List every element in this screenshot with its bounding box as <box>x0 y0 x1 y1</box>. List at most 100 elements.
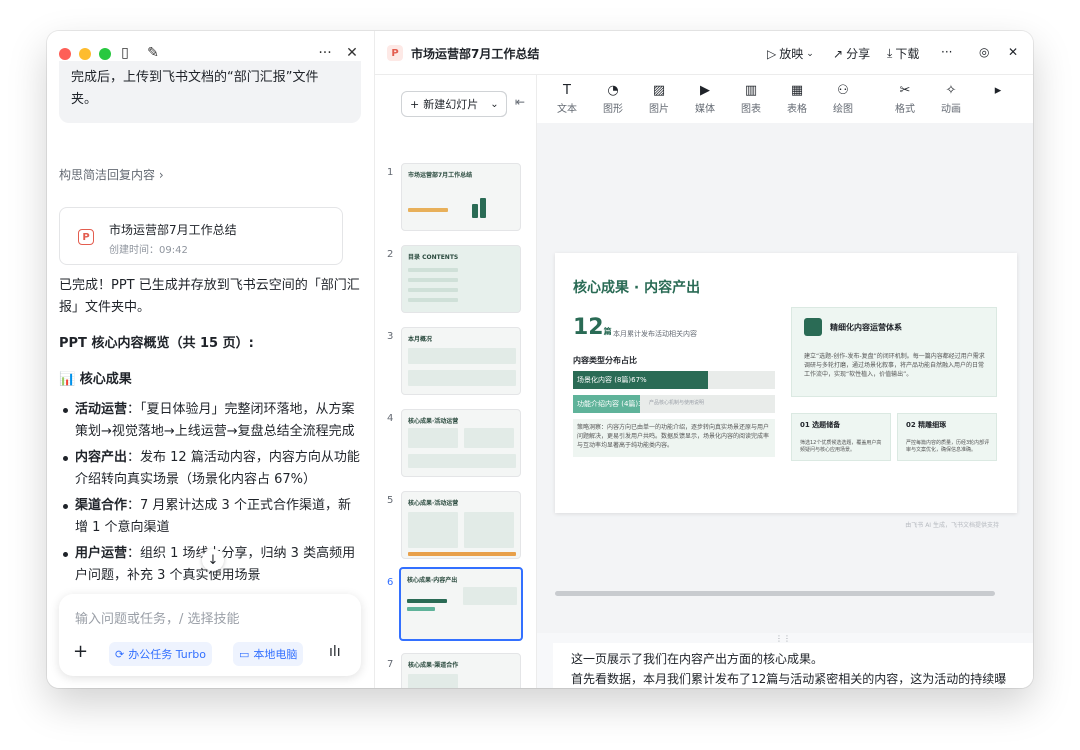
close-icon[interactable]: ✕ <box>1008 45 1018 59</box>
reasoning-toggle[interactable]: 构思简洁回复内容 › <box>59 166 164 183</box>
format-icon: ✂ <box>899 83 911 98</box>
table-tool[interactable]: ▦ 表格 <box>777 83 817 115</box>
thumb-title: 核心成果·渠道合作 <box>408 662 459 669</box>
play-button[interactable]: ▷ 放映 ⌄ <box>767 45 814 62</box>
sub-card-title: 01 选题储备 <box>800 421 841 429</box>
card-text: 建立“选题-创作-发布-复盘”的闭环机制。每一篇内容都经过用户需求调研与多轮打磨… <box>804 353 985 378</box>
notes-line: 首先看数据，本月我们累计发布了12篇与活动紧密相关的内容，这为活动的持续曝 <box>571 672 1007 686</box>
share-icon: ↗ <box>833 46 844 61</box>
bullet-label: 活动运营 <box>75 402 128 417</box>
thumb-number: 3 <box>387 331 394 342</box>
shape-tool[interactable]: ◔ 图形 <box>593 83 633 115</box>
tool-label: 文本 <box>557 104 577 115</box>
chat-input-placeholder[interactable]: 输入问题或任务，/ 选择技能 <box>75 608 240 627</box>
thumb-title: 本月概况 <box>408 336 433 343</box>
close-window-button[interactable] <box>59 48 71 60</box>
new-slide-label: 新建幻灯片 <box>423 98 479 111</box>
bullet-label: 用户运营 <box>75 546 128 561</box>
current-slide[interactable]: 核心成果 · 内容产出 12篇 本月累计发布活动相关内容 内容类型分布占比 场景… <box>555 253 1017 529</box>
scroll-to-bottom-button[interactable]: ↓ <box>202 549 224 571</box>
toolbar-more-icon[interactable]: ▸ <box>983 83 1013 100</box>
tool-label: 图片 <box>649 104 669 115</box>
list-item: 内容产出：发布 12 篇活动内容，内容方向从功能介绍转向真实场景（场景化内容占 … <box>59 447 363 491</box>
collapse-panel-icon[interactable]: ⇤ <box>515 95 525 109</box>
animation-tool[interactable]: ✧ 动画 <box>931 83 971 115</box>
shape-icon: ◔ <box>607 83 619 98</box>
big-number-caption: 本月累计发布活动相关内容 <box>613 330 697 338</box>
chevron-right-icon: ▸ <box>994 83 1002 98</box>
slide-canvas: 核心成果 · 内容产出 12篇 本月累计发布活动相关内容 内容类型分布占比 场景… <box>537 123 1033 633</box>
format-tool[interactable]: ✂ 格式 <box>885 83 925 115</box>
sub-card-text: 筛选12个优质候选选题，覆盖用户高频疑问与核心应用场景。 <box>800 440 882 453</box>
file-card-title: 市场运营部7月工作总结 <box>109 223 237 237</box>
slide-thumbnail[interactable]: 市场运营部7月工作总结 <box>401 163 521 231</box>
resize-handle[interactable]: ⋮⋮ <box>775 634 791 643</box>
plus-icon: + <box>410 97 420 111</box>
media-icon: ▶ <box>700 83 710 98</box>
results-heading: 📊 核心成果 <box>59 372 132 387</box>
image-icon: ▨ <box>652 83 666 98</box>
bullet-label: 渠道合作 <box>75 498 128 513</box>
ppt-file-icon: P <box>387 45 403 61</box>
tool-label: 图表 <box>741 104 761 115</box>
turbo-skill-chip[interactable]: ⟳ 办公任务 Turbo <box>109 642 212 666</box>
tool-label: 动画 <box>941 104 961 115</box>
thumb-number: 5 <box>387 495 394 506</box>
user-message-line: 完成后，上传到飞书文档的“部门汇报”文件 <box>71 70 319 85</box>
image-tool[interactable]: ▨ 图片 <box>639 83 679 115</box>
minimize-window-button[interactable] <box>79 48 91 60</box>
media-tool[interactable]: ▶ 媒体 <box>685 83 725 115</box>
slide-thumbnail[interactable]: 核心成果·活动运营 <box>401 409 521 477</box>
slide-thumbnail-active[interactable]: 核心成果·内容产出 <box>399 567 523 641</box>
sub-card-title: 02 精雕细琢 <box>906 421 947 429</box>
more-icon[interactable]: ··· <box>315 43 335 63</box>
sub-card-topics: 01 选题储备 筛选12个优质候选选题，覆盖用户高频疑问与核心应用场景。 <box>791 413 891 461</box>
compass-icon[interactable]: ◎ <box>979 45 989 59</box>
text-icon: T <box>563 83 571 98</box>
draw-tool[interactable]: ⚇ 绘图 <box>823 83 863 115</box>
thumb-number: 4 <box>387 413 394 424</box>
chart-icon: ▥ <box>744 83 758 98</box>
thumb-number: 2 <box>387 249 394 260</box>
horizontal-scrollbar[interactable] <box>555 591 995 596</box>
thumb-title: 核心成果·活动运营 <box>408 500 459 507</box>
slide-thumbnail[interactable]: 目录 CONTENTS <box>401 245 521 313</box>
slide-thumbnail[interactable]: 本月概况 <box>401 327 521 395</box>
thumb-number: 7 <box>387 659 394 670</box>
operations-card: 精细化内容运营体系 建立“选题-创作-发布-复盘”的闭环机制。每一篇内容都经过用… <box>791 307 997 397</box>
speaker-notes[interactable]: 这一页展示了我们在内容产出方面的核心成果。 首先看数据，本月我们累计发布了12篇… <box>553 643 1033 688</box>
sub-card-text: 严控每篇内容的质量，历经3轮内部评审与文案优化，确保信息准确。 <box>906 440 990 453</box>
voice-input-icon[interactable]: ılı <box>329 644 341 660</box>
ppt-file-card[interactable]: P 市场运营部7月工作总结 创建时间：09:42 <box>59 207 343 265</box>
local-computer-chip[interactable]: ▭ 本地电脑 <box>233 642 304 666</box>
slide-thumbnail[interactable]: 核心成果·渠道合作 <box>401 653 521 688</box>
draw-icon: ⚇ <box>837 83 849 98</box>
text-tool[interactable]: T 文本 <box>547 83 587 115</box>
sidebar-toggle-icon[interactable]: ▯ <box>115 43 135 63</box>
download-label: 下载 <box>895 47 920 61</box>
zoom-window-button[interactable] <box>99 48 111 60</box>
thumb-title: 核心成果·内容产出 <box>407 577 458 584</box>
download-button[interactable]: ⤓ 下载 <box>887 45 919 62</box>
thumb-number: 6 <box>387 577 394 588</box>
new-slide-dropdown[interactable]: ⌄ <box>483 91 507 117</box>
add-attachment-button[interactable]: + <box>73 641 88 662</box>
slide-thumbnail[interactable]: 核心成果·活动运营 <box>401 491 521 559</box>
share-button[interactable]: ↗ 分享 <box>833 45 870 62</box>
animation-icon: ✧ <box>945 83 957 98</box>
card-title: 精细化内容运营体系 <box>830 323 902 332</box>
ppt-file-icon: P <box>78 229 94 245</box>
download-icon: ⤓ <box>887 46 893 60</box>
list-item: 渠道合作：7 月累计达成 3 个正式合作渠道，新增 1 个意向渠道 <box>59 495 363 539</box>
chart-tool[interactable]: ▥ 图表 <box>731 83 771 115</box>
tool-label: 表格 <box>787 104 807 115</box>
close-icon[interactable]: ✕ <box>342 43 362 63</box>
new-chat-icon[interactable]: ✎ <box>143 43 163 63</box>
tool-label: 绘图 <box>833 104 853 115</box>
more-icon[interactable]: ··· <box>941 45 952 59</box>
chat-input-box[interactable]: 输入问题或任务，/ 选择技能 + ⟳ 办公任务 Turbo ▭ 本地电脑 ılı <box>59 594 361 676</box>
thumb-title: 市场运营部7月工作总结 <box>408 172 473 179</box>
file-card-time: 创建时间：09:42 <box>109 245 188 256</box>
bullet-label: 内容产出 <box>75 450 128 465</box>
tool-label: 格式 <box>895 104 915 115</box>
